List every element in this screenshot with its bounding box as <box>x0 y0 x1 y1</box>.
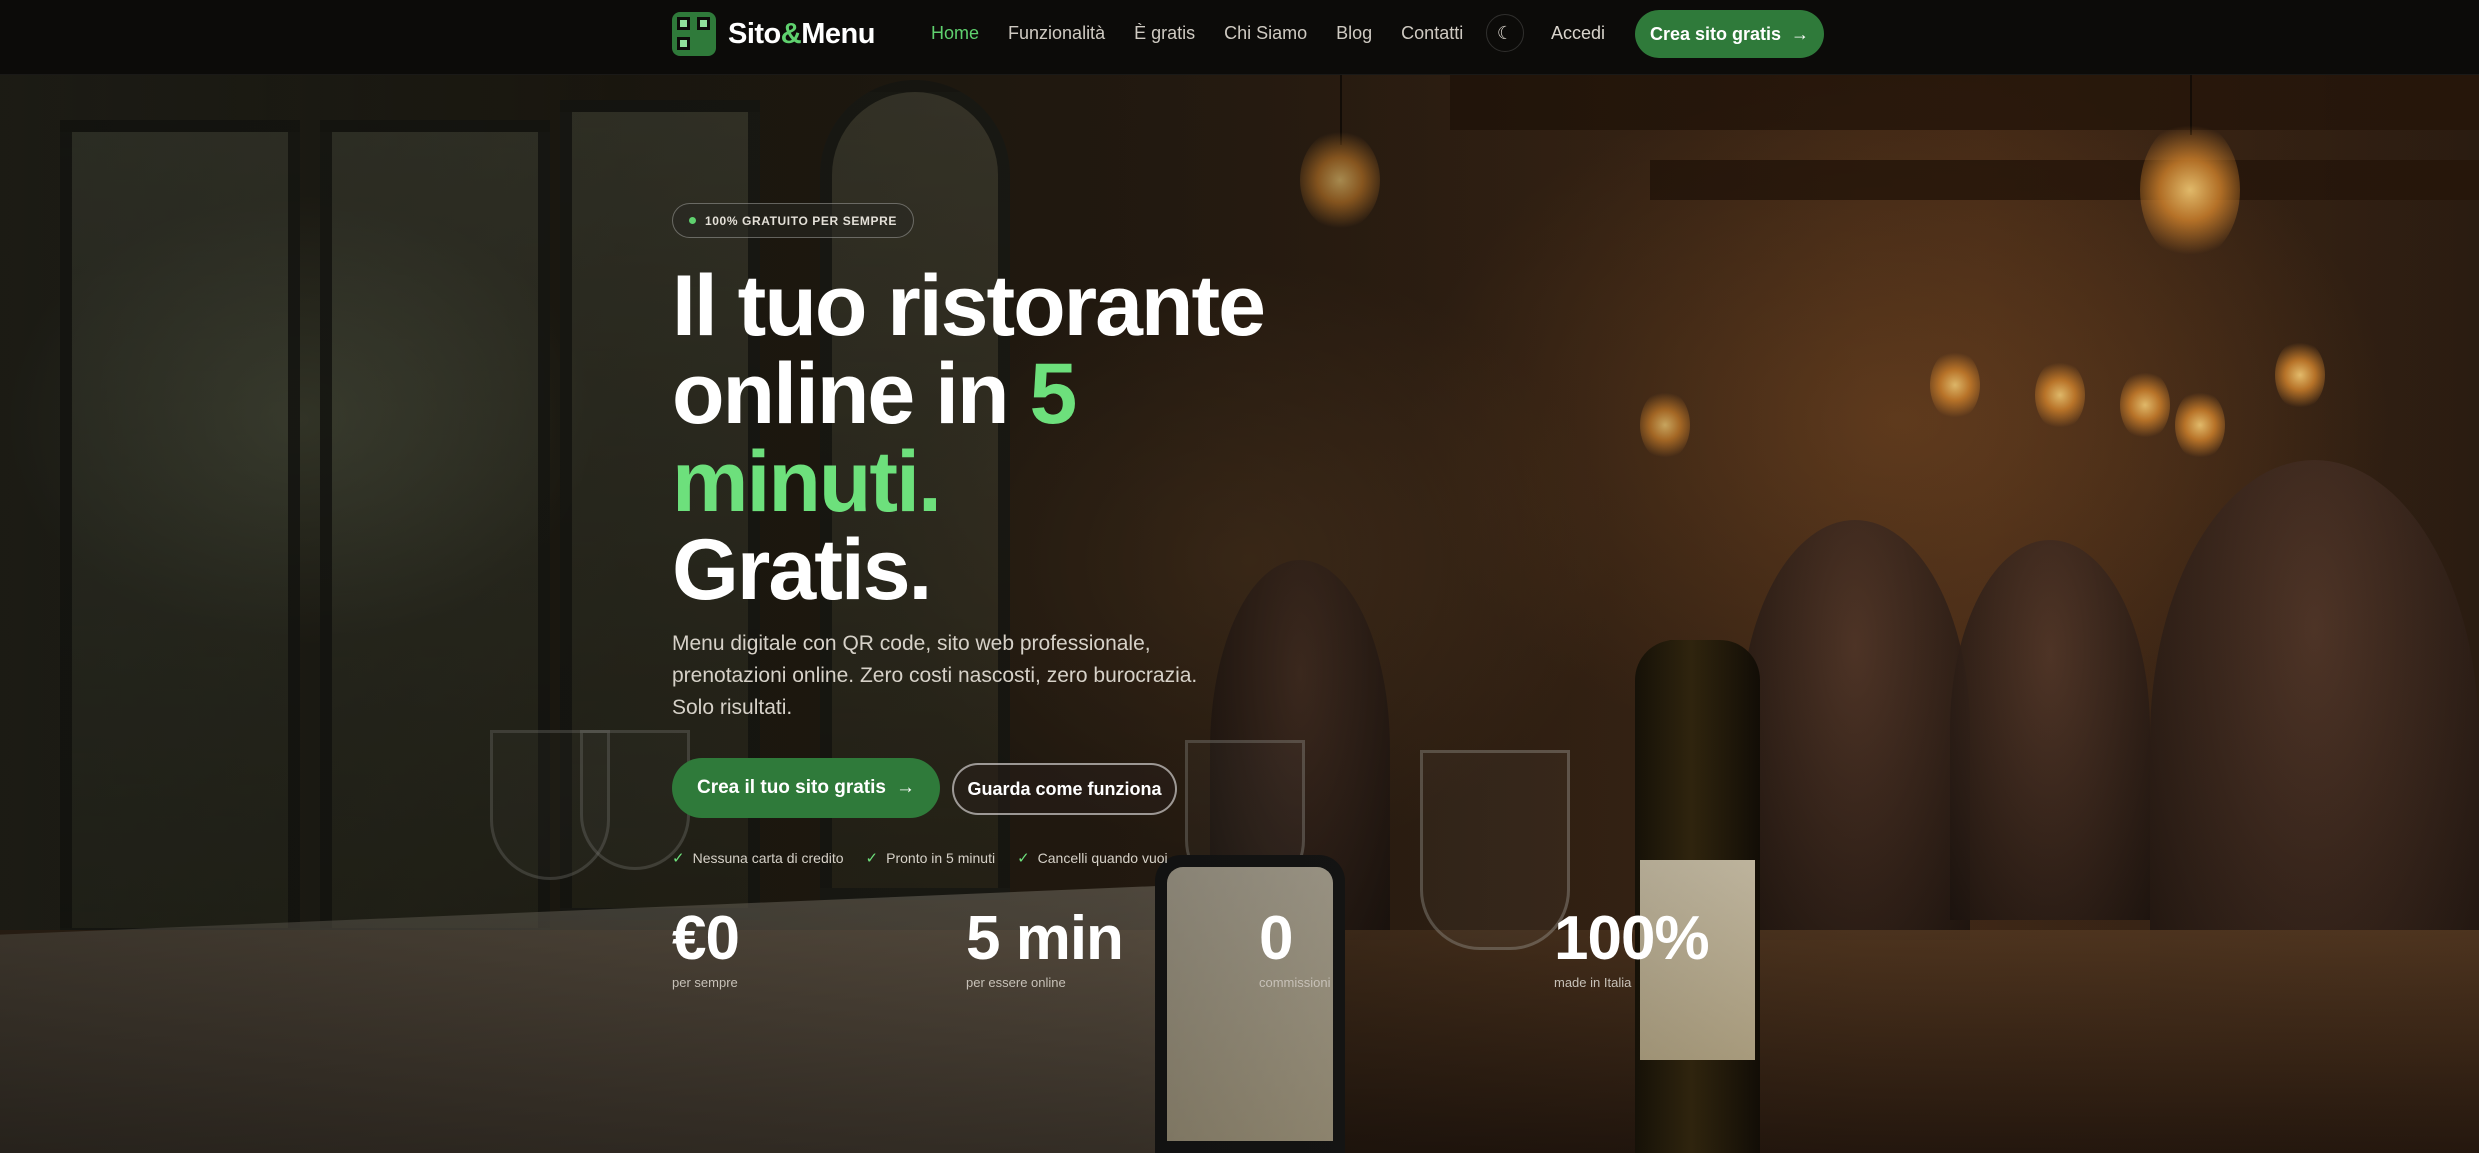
stat-made-in-italy: 100% made in Italia <box>1554 904 1710 991</box>
nav-link-blog[interactable]: Blog <box>1336 23 1372 44</box>
benefit-checklist: ✓ Nessuna carta di credito ✓ Pronto in 5… <box>672 849 1168 867</box>
status-dot-icon <box>689 217 696 224</box>
login-link[interactable]: Accedi <box>1551 23 1605 44</box>
benefit-item: ✓ Cancelli quando vuoi <box>1017 850 1168 867</box>
checkmark-icon: ✓ <box>672 850 685 867</box>
stat-label: per essere online <box>966 975 1066 990</box>
stat-value: 100% <box>1554 904 1710 973</box>
stat-cost: €0 per sempre <box>672 904 740 991</box>
qr-logo-icon <box>672 12 716 56</box>
brand-name: Sito&Menu <box>728 17 875 50</box>
nav-cta-label: Crea sito gratis <box>1649 23 1782 44</box>
navbar: Sito&Menu Home Funzionalità È gratis Chi… <box>0 0 2479 75</box>
stat-value: €0 <box>672 904 740 973</box>
nav-create-site-button[interactable]: Crea sito gratis → <box>1635 10 1824 58</box>
nav-link-funzionalita[interactable]: Funzionalità <box>1008 23 1105 44</box>
stat-label: per sempre <box>672 975 738 990</box>
create-site-button[interactable]: Crea il tuo sito gratis → <box>672 758 940 818</box>
hero-headline: Il tuo ristorante online in 5 minuti. Gr… <box>672 258 1266 618</box>
arrow-right-icon: → <box>895 777 915 798</box>
hero-subtitle: Menu digitale con QR code, sito web prof… <box>672 632 1198 719</box>
nav-link-chi-siamo[interactable]: Chi Siamo <box>1224 23 1307 44</box>
theme-toggle-button[interactable]: ☾ <box>1486 14 1524 52</box>
checkmark-icon: ✓ <box>865 850 879 867</box>
benefit-item: ✓ Nessuna carta di credito <box>672 850 844 867</box>
badge-label: 100% GRATUITO PER SEMPRE <box>705 213 897 228</box>
brand-logo[interactable]: Sito&Menu <box>672 12 875 56</box>
how-it-works-button[interactable]: Guarda come funziona <box>952 763 1177 815</box>
stat-commissions: 0 commissioni <box>1259 904 1331 991</box>
nav-link-e-gratis[interactable]: È gratis <box>1134 23 1195 44</box>
arrow-right-icon: → <box>1791 23 1810 44</box>
nav-link-home[interactable]: Home <box>931 23 979 44</box>
checkmark-icon: ✓ <box>1017 850 1030 867</box>
stat-label: made in Italia <box>1554 975 1632 990</box>
main-nav: Home Funzionalità È gratis Chi Siamo Blo… <box>931 23 1463 44</box>
stat-time: 5 min per essere online <box>966 904 1124 991</box>
nav-link-contatti[interactable]: Contatti <box>1401 23 1463 44</box>
create-site-label: Crea il tuo sito gratis <box>697 777 886 798</box>
free-forever-badge: 100% GRATUITO PER SEMPRE <box>672 203 914 238</box>
stat-label: commissioni <box>1259 975 1331 990</box>
moon-icon: ☾ <box>1496 22 1514 43</box>
stat-value: 0 <box>1259 904 1293 973</box>
benefit-item: ✓ Pronto in 5 minuti <box>865 850 996 867</box>
stat-value: 5 min <box>966 904 1124 973</box>
